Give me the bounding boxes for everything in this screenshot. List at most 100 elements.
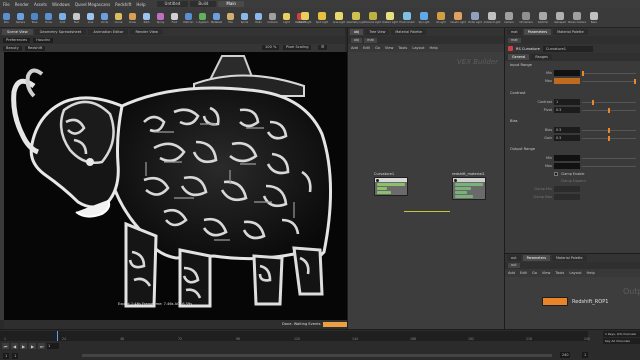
range-start-field[interactable]: 1 <box>3 352 10 359</box>
node-redshift-material-body[interactable] <box>452 177 486 200</box>
timeline-playhead[interactable] <box>57 331 58 341</box>
out-menu-add[interactable]: Add <box>508 271 515 275</box>
slider-knob[interactable] <box>582 71 584 76</box>
shelf-tool-basic[interactable]: Basic <box>586 8 602 28</box>
shelf-tool-l-system[interactable]: L-System <box>196 8 209 28</box>
shelf-tool-ambient-light[interactable]: Ambient Light <box>484 8 500 28</box>
tab-network-obj[interactable]: obj <box>350 29 364 35</box>
output-max-color-swatch[interactable] <box>554 163 580 169</box>
shelf-tool-caustic-light[interactable]: Caustic Light <box>450 8 466 28</box>
slider-knob[interactable] <box>592 100 594 105</box>
contrast-field[interactable]: 1 <box>554 99 580 105</box>
node-redshift-material[interactable]: redshift_material1 <box>452 172 486 200</box>
shelf-tool-portal-light[interactable]: Portal Light <box>467 8 483 28</box>
node-curvature-port[interactable] <box>377 187 387 190</box>
shelf-tool-light[interactable]: Light <box>280 8 293 28</box>
pixel-scaling-select[interactable]: Pixel Scaling <box>283 45 312 50</box>
shelf-tool-camera[interactable]: Camera <box>266 8 279 28</box>
menu-windows[interactable]: Windows <box>52 2 70 7</box>
slider-knob[interactable] <box>608 108 610 113</box>
node-redshift-rop[interactable] <box>542 297 568 306</box>
shelf-tool-path[interactable]: Path <box>140 8 153 28</box>
node-material-port[interactable] <box>455 187 471 190</box>
output-min-slider[interactable] <box>582 158 636 159</box>
camera-select[interactable]: Beauty <box>3 45 22 51</box>
render-viewport[interactable]: Export 1:46s Frametime: 7.46s AO: 6.59s <box>4 52 347 320</box>
step-back-icon[interactable]: ◀ <box>11 343 18 349</box>
node-curvature-body[interactable] <box>374 177 408 196</box>
shelf-tool-circle[interactable]: Circle <box>98 8 111 28</box>
node-material-port[interactable] <box>455 183 483 186</box>
menu-help[interactable]: Help <box>136 2 145 7</box>
shelf-tool-curve[interactable]: Curve <box>112 8 125 28</box>
menu-file[interactable]: File <box>3 2 10 7</box>
shelf-tool-null[interactable]: Null <box>70 8 83 28</box>
shelf-tool-point-light[interactable]: Point Light <box>297 8 313 28</box>
desktop-tab-build[interactable]: Build <box>190 1 217 7</box>
shelf-tool-box[interactable]: Box <box>0 8 13 28</box>
tab-scene-view[interactable]: Scene View <box>2 29 33 35</box>
gain-field[interactable]: 0.5 <box>554 135 580 141</box>
shelf-tool-spot-light[interactable]: Spot Light <box>314 8 330 28</box>
net-menu-view[interactable]: View <box>385 46 394 50</box>
output-min-color-swatch[interactable] <box>554 155 580 161</box>
node-curvature-port[interactable] <box>377 191 391 194</box>
aov-select[interactable]: Redshift <box>24 45 46 51</box>
shelf-tool-area-light[interactable]: Area Light <box>331 8 347 28</box>
shelf-tool-metaball[interactable]: Metaball <box>210 8 223 28</box>
address-preferences[interactable]: Preferences <box>3 37 31 43</box>
menu-assets[interactable]: Assets <box>34 2 47 7</box>
path-segment-mat[interactable]: mat <box>364 37 377 43</box>
shelf-tool-geometry-light[interactable]: Geometry Light <box>347 8 365 28</box>
contrast-slider[interactable] <box>582 100 636 105</box>
net-menu-help[interactable]: Help <box>430 46 438 50</box>
shelf-tool-distant-light[interactable]: Distant Light <box>382 8 398 28</box>
pivot-slider[interactable] <box>582 108 636 113</box>
slider-knob[interactable] <box>608 128 610 133</box>
params-path-mat[interactable]: mat <box>508 37 521 43</box>
pivot-field[interactable]: 0.5 <box>554 107 580 113</box>
tab-geometry-spreadsheet[interactable]: Geometry Spreadsheet <box>34 29 87 35</box>
desktop-tab-main[interactable]: Main <box>218 1 244 7</box>
tab-parameters[interactable]: Parameters <box>523 29 552 35</box>
node-material-port[interactable] <box>455 191 467 194</box>
shelf-tool-spray[interactable]: Spray <box>154 8 167 28</box>
shelf-tool-camera[interactable]: Camera <box>501 8 517 28</box>
tab-params-mat[interactable]: mat <box>507 29 522 35</box>
bias-field[interactable]: 0.5 <box>554 127 580 133</box>
end-field[interactable]: 1 <box>582 352 589 358</box>
net-menu-layout[interactable]: Layout <box>412 46 424 50</box>
tab-params-material-palette[interactable]: Material Palette <box>553 29 588 35</box>
shelf-tool-torus[interactable]: Torus <box>42 8 55 28</box>
range-end-field[interactable]: 240 <box>560 352 571 358</box>
param-tab-ranges[interactable]: Ranges <box>531 54 552 60</box>
skip-end-icon[interactable]: ⏭ <box>38 343 45 349</box>
net-menu-tools[interactable]: Tools <box>398 46 407 50</box>
shelf-tool-draw[interactable]: Draw <box>126 8 139 28</box>
shelf-tool-sky-light[interactable]: Sky Light <box>416 8 432 28</box>
min-slider[interactable] <box>582 71 636 76</box>
max-color-swatch[interactable] <box>554 78 580 84</box>
slider-knob[interactable] <box>634 79 636 84</box>
start-field[interactable]: 1 <box>12 352 19 359</box>
net-menu-go[interactable]: Go <box>375 46 380 50</box>
viewport-options-icon[interactable]: ☰ <box>318 45 328 50</box>
net-menu-edit[interactable]: Edit <box>363 46 370 50</box>
desktop-tab-untitled[interactable]: Untitled <box>156 1 189 7</box>
tab-material-palette[interactable]: Material Palette <box>391 29 426 35</box>
shelf-tool-volume-light[interactable]: Volume Light <box>365 8 381 28</box>
shelf-tool-gamepad[interactable]: Gamepad <box>552 8 568 28</box>
skip-start-icon[interactable]: ⏮ <box>2 343 9 349</box>
shelf-tool-spiral[interactable]: Spiral <box>238 8 251 28</box>
shelf-tool-switcher[interactable]: Switcher <box>535 8 551 28</box>
menu-megascans[interactable]: Qunel Megascans <box>75 2 110 7</box>
output-max-slider[interactable] <box>582 166 636 167</box>
menu-redshift[interactable]: Redshift <box>115 2 131 7</box>
current-frame-field[interactable]: 1 <box>47 343 59 349</box>
node-material-port[interactable] <box>455 195 473 198</box>
shelf-tool-grid[interactable]: Grid <box>56 8 69 28</box>
tab-animation-editor[interactable]: Animation Editor <box>88 29 129 35</box>
key-all-channels-button[interactable]: Key All Channels <box>603 338 640 344</box>
shelf-tool-vr-camera[interactable]: VR Camera <box>518 8 534 28</box>
out-menu-go[interactable]: Go <box>532 271 537 275</box>
